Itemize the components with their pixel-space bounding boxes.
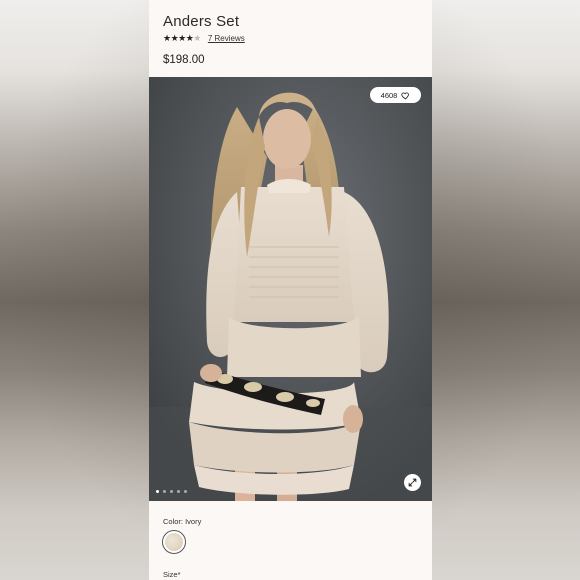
model-photo-illustration	[149, 77, 432, 501]
carousel-dots[interactable]	[156, 490, 187, 493]
product-header: Anders Set ★★★★★ 7 Reviews $198.00	[149, 0, 432, 77]
color-swatch-ivory[interactable]	[162, 530, 186, 554]
filled-stars-icon: ★★★★	[163, 33, 194, 43]
carousel-dot[interactable]	[170, 490, 173, 493]
like-count-button[interactable]: 4608	[370, 87, 421, 103]
expand-icon	[408, 478, 417, 487]
product-page: Anders Set ★★★★★ 7 Reviews $198.00 4608 …	[149, 0, 432, 580]
rating-row: ★★★★★ 7 Reviews	[163, 33, 245, 44]
product-price: $198.00	[163, 54, 205, 66]
carousel-dot[interactable]	[184, 490, 187, 493]
star-rating: ★★★★★	[163, 33, 201, 44]
product-image[interactable]: 4608	[149, 77, 432, 501]
empty-star-icon: ★	[193, 33, 201, 43]
like-count: 4608	[380, 90, 398, 100]
carousel-dot[interactable]	[156, 490, 159, 493]
swatch-fill	[165, 533, 183, 551]
reviews-link[interactable]: 7 Reviews	[208, 34, 245, 43]
color-label: Color: Ivory	[163, 517, 202, 526]
size-label: Size*	[163, 570, 181, 579]
carousel-dot[interactable]	[177, 490, 180, 493]
heart-icon	[401, 91, 410, 99]
product-title: Anders Set	[163, 13, 240, 30]
expand-image-button[interactable]	[404, 474, 421, 491]
carousel-dot[interactable]	[163, 490, 166, 493]
